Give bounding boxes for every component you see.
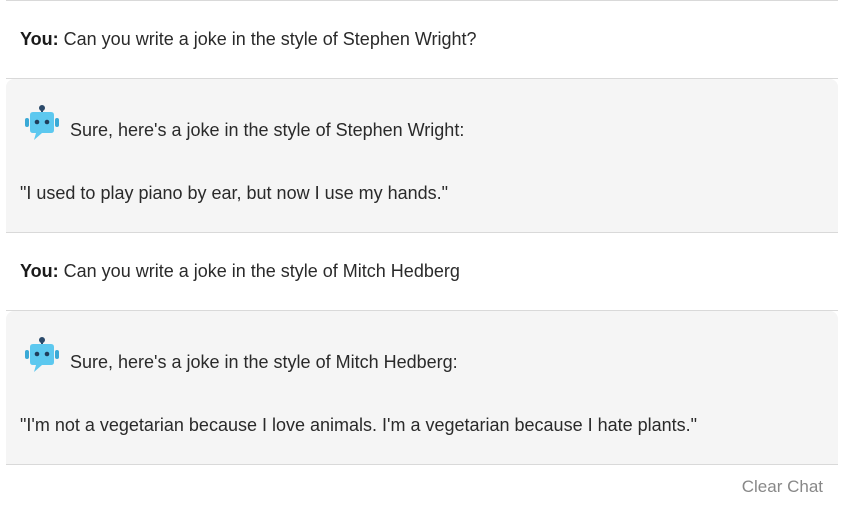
bot-intro-text: Sure, here's a joke in the style of Step… (70, 120, 465, 140)
bot-message: Sure, here's a joke in the style of Step… (6, 79, 838, 232)
bot-joke-text: "I'm not a vegetarian because I love ani… (20, 415, 698, 435)
user-message: You: Can you write a joke in the style o… (6, 1, 838, 78)
robot-icon (24, 336, 60, 374)
user-message-text: Can you write a joke in the style of Ste… (63, 29, 477, 49)
user-message: You: Can you write a joke in the style o… (6, 233, 838, 310)
bot-intro-text: Sure, here's a joke in the style of Mitc… (70, 352, 458, 372)
bot-joke-text: "I used to play piano by ear, but now I … (20, 183, 449, 203)
user-message-text: Can you write a joke in the style of Mit… (63, 261, 460, 281)
clear-chat-button[interactable]: Clear Chat (742, 477, 823, 497)
speaker-label: You: (20, 29, 59, 49)
divider (6, 464, 838, 465)
speaker-label: You: (20, 261, 59, 281)
robot-icon (24, 104, 60, 142)
bot-message: Sure, here's a joke in the style of Mitc… (6, 311, 838, 464)
chat-transcript: You: Can you write a joke in the style o… (6, 0, 838, 465)
